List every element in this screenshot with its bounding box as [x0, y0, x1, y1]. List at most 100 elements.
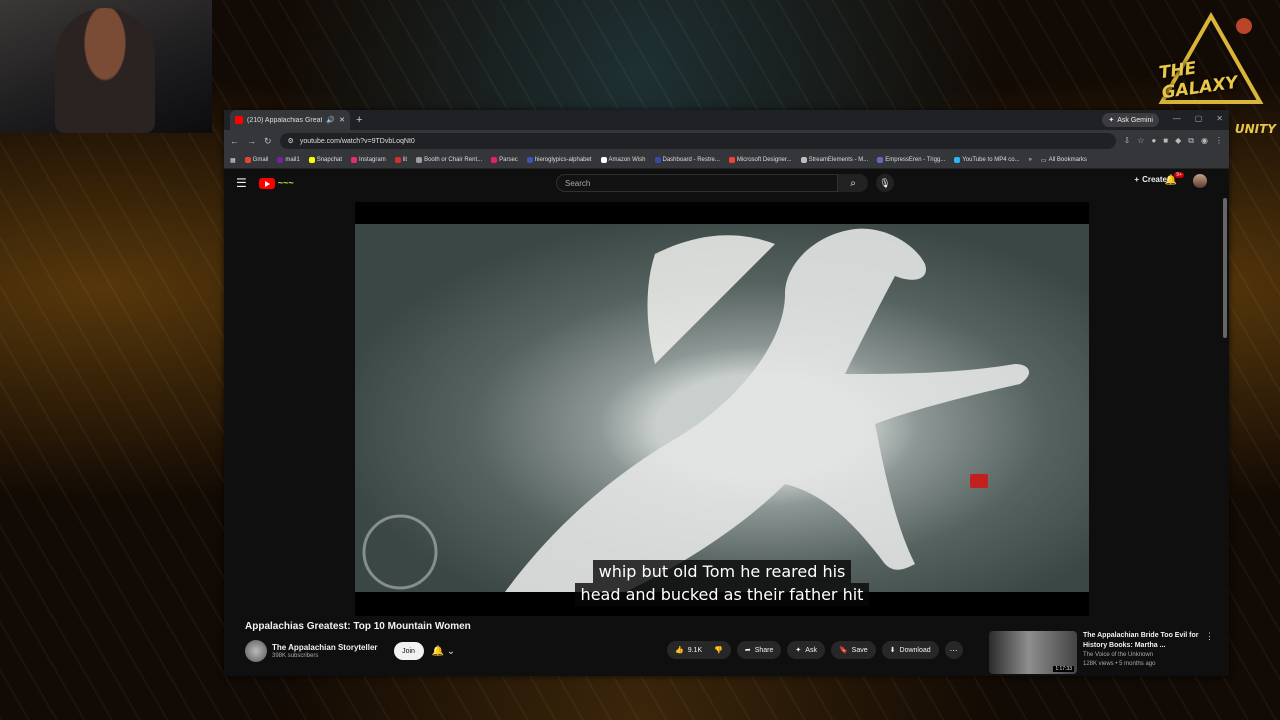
page-scrollbar[interactable]: [1223, 198, 1227, 338]
galaxy-logo-subtext: UNITY: [1234, 122, 1276, 136]
ask-button[interactable]: ✦ Ask: [787, 641, 825, 659]
like-button[interactable]: 👍 9.1K 👎: [667, 641, 731, 659]
bookmark-item[interactable]: Instagram: [351, 157, 386, 163]
ask-label: Ask: [805, 646, 817, 654]
download-icon: ⬇: [889, 647, 896, 654]
thumbs-up-icon: 👍: [675, 647, 684, 654]
apps-grid-icon[interactable]: ▦: [230, 157, 236, 164]
all-bookmarks-button[interactable]: ▭ All Bookmarks: [1041, 157, 1087, 164]
bookmark-star-icon[interactable]: ☆: [1137, 136, 1144, 146]
video-title: Appalachias Greatest: Top 10 Mountain Wo…: [245, 621, 471, 632]
close-window-icon[interactable]: ✕: [1216, 114, 1223, 123]
site-info-icon[interactable]: ⚙: [288, 137, 294, 145]
tab-audio-icon[interactable]: 🔊: [326, 116, 335, 124]
bookmark-item[interactable]: Snapchat: [308, 157, 342, 163]
bookmarks-overflow-icon[interactable]: »: [1029, 157, 1032, 163]
channel-row: The Appalachian Storyteller 398K subscri…: [245, 640, 455, 662]
bookmark-favicon-icon: [728, 157, 735, 163]
youtube-doodle-logo[interactable]: ~~~: [278, 178, 294, 188]
recommended-channel: The Voice of the Unknown: [1083, 652, 1154, 658]
webcam-person: [55, 8, 155, 133]
save-button[interactable]: 🔖 Save: [830, 641, 876, 659]
bookmark-item[interactable]: hieroglypics-alphabet: [526, 157, 592, 163]
search-icon[interactable]: ⌕: [838, 174, 868, 192]
back-icon[interactable]: ←: [230, 136, 239, 146]
bookmark-icon: 🔖: [838, 647, 848, 654]
subscription-bell-icon[interactable]: 🔔 ⌄: [432, 646, 456, 657]
extensions-puzzle-icon[interactable]: ⧉: [1188, 136, 1194, 146]
bookmark-item[interactable]: Booth or Chair Rent...: [416, 157, 482, 163]
thumbs-down-icon[interactable]: 👎: [714, 646, 723, 654]
bookmark-item[interactable]: Parsec: [491, 157, 518, 163]
microphone-icon[interactable]: 🎙: [876, 174, 894, 192]
browser-window: (210) Appalachias Greatest 🔊 ✕ + ✦ Ask G…: [224, 110, 1229, 676]
forward-icon[interactable]: →: [247, 136, 256, 146]
extension-icon[interactable]: ●: [1151, 136, 1156, 146]
video-player[interactable]: whip but old Tom he reared his head and …: [355, 202, 1089, 616]
video-duration: 1:17:33: [1053, 666, 1074, 672]
bookmark-label: Amazon Wish: [608, 157, 646, 163]
bookmark-item[interactable]: StreamElements - M...: [800, 157, 869, 163]
new-tab-button[interactable]: +: [356, 114, 362, 126]
download-label: Download: [899, 646, 931, 654]
bookmark-favicon-icon: [308, 157, 315, 163]
tab-youtube[interactable]: (210) Appalachias Greatest 🔊 ✕: [230, 110, 350, 130]
share-button[interactable]: ➦ Share: [736, 641, 782, 659]
notification-badge: 9+: [1174, 172, 1184, 178]
chrome-menu-icon[interactable]: ⋮: [1215, 136, 1223, 146]
create-button[interactable]: + Create: [1134, 175, 1167, 184]
minimize-icon[interactable]: —: [1173, 114, 1181, 123]
window-controls: — ▢ ✕: [1173, 114, 1223, 123]
bookmark-item[interactable]: mail1: [277, 157, 300, 163]
bookmark-item[interactable]: EmpressEren - Trigg...: [877, 157, 945, 163]
profile-icon[interactable]: ◉: [1201, 136, 1208, 146]
gemini-sparkle-icon: ✦: [1108, 117, 1115, 124]
download-button[interactable]: ⬇ Download: [881, 641, 939, 659]
bookmark-favicon-icon: [954, 157, 961, 163]
extension-icon[interactable]: ■: [1163, 136, 1168, 146]
subtitles: whip but old Tom he reared his head and …: [355, 560, 1089, 606]
recommended-menu-icon[interactable]: ⋮: [1205, 631, 1214, 674]
horse-illustration: [362, 228, 1030, 592]
bookmark-label: Booth or Chair Rent...: [424, 157, 483, 163]
bookmark-label: Microsoft Designer...: [736, 157, 792, 163]
tab-bar: (210) Appalachias Greatest 🔊 ✕ + ✦ Ask G…: [224, 110, 1229, 130]
bookmark-item[interactable]: YouTube to MP4 co...: [954, 157, 1020, 163]
more-actions-icon[interactable]: ⋯: [944, 641, 963, 659]
video-actions: 👍 9.1K 👎 ➦ Share ✦ Ask 🔖 Save ⬇ Download…: [667, 641, 963, 659]
bookmark-label: mail1: [285, 157, 300, 163]
bookmark-item[interactable]: lit: [394, 157, 408, 163]
bookmark-label: StreamElements - M...: [808, 157, 869, 163]
url-field[interactable]: ⚙ youtube.com/watch?v=9TDvbLoqNt0: [279, 133, 1116, 149]
maximize-icon[interactable]: ▢: [1195, 114, 1203, 123]
extension-icon[interactable]: ◆: [1175, 136, 1181, 146]
video-frame[interactable]: [355, 224, 1089, 592]
search-input[interactable]: Search: [556, 174, 838, 192]
bookmark-item[interactable]: Microsoft Designer...: [728, 157, 792, 163]
hamburger-menu-icon[interactable]: ☰: [236, 176, 247, 190]
install-app-icon[interactable]: ⇩: [1124, 136, 1131, 146]
channel-avatar[interactable]: [245, 640, 267, 662]
ask-gemini-button[interactable]: ✦ Ask Gemini: [1102, 113, 1159, 127]
bookmark-item[interactable]: Dashboard - Restre...: [654, 157, 720, 163]
subscribe-overlay-icon: [970, 474, 988, 488]
join-button[interactable]: Join: [393, 642, 424, 660]
save-label: Save: [851, 646, 868, 654]
recommended-thumbnail[interactable]: 1:17:33: [989, 631, 1077, 674]
bookmark-favicon-icon: [351, 157, 358, 163]
tab-close-icon[interactable]: ✕: [339, 116, 345, 124]
avatar[interactable]: [1193, 174, 1207, 188]
youtube-logo-icon[interactable]: [258, 177, 275, 189]
recommended-title[interactable]: The Appalachian Bride Too Evil for Histo…: [1083, 631, 1199, 651]
bookmark-favicon-icon: [416, 157, 423, 163]
caption-line-2: head and bucked as their father hit: [574, 583, 870, 606]
bookmark-label: EmpressEren - Trigg...: [885, 157, 946, 163]
bookmark-label: Parsec: [499, 157, 518, 163]
bookmark-item[interactable]: Gmail: [244, 157, 268, 163]
reload-icon[interactable]: ↻: [264, 136, 272, 147]
channel-name[interactable]: The Appalachian Storyteller: [272, 643, 378, 652]
bookmark-label: lit: [402, 157, 408, 163]
bookmark-item[interactable]: Amazon Wish: [600, 157, 646, 163]
recommended-video[interactable]: 1:17:33 The Appalachian Bride Too Evil f…: [989, 631, 1214, 674]
plus-icon: +: [1134, 175, 1140, 184]
